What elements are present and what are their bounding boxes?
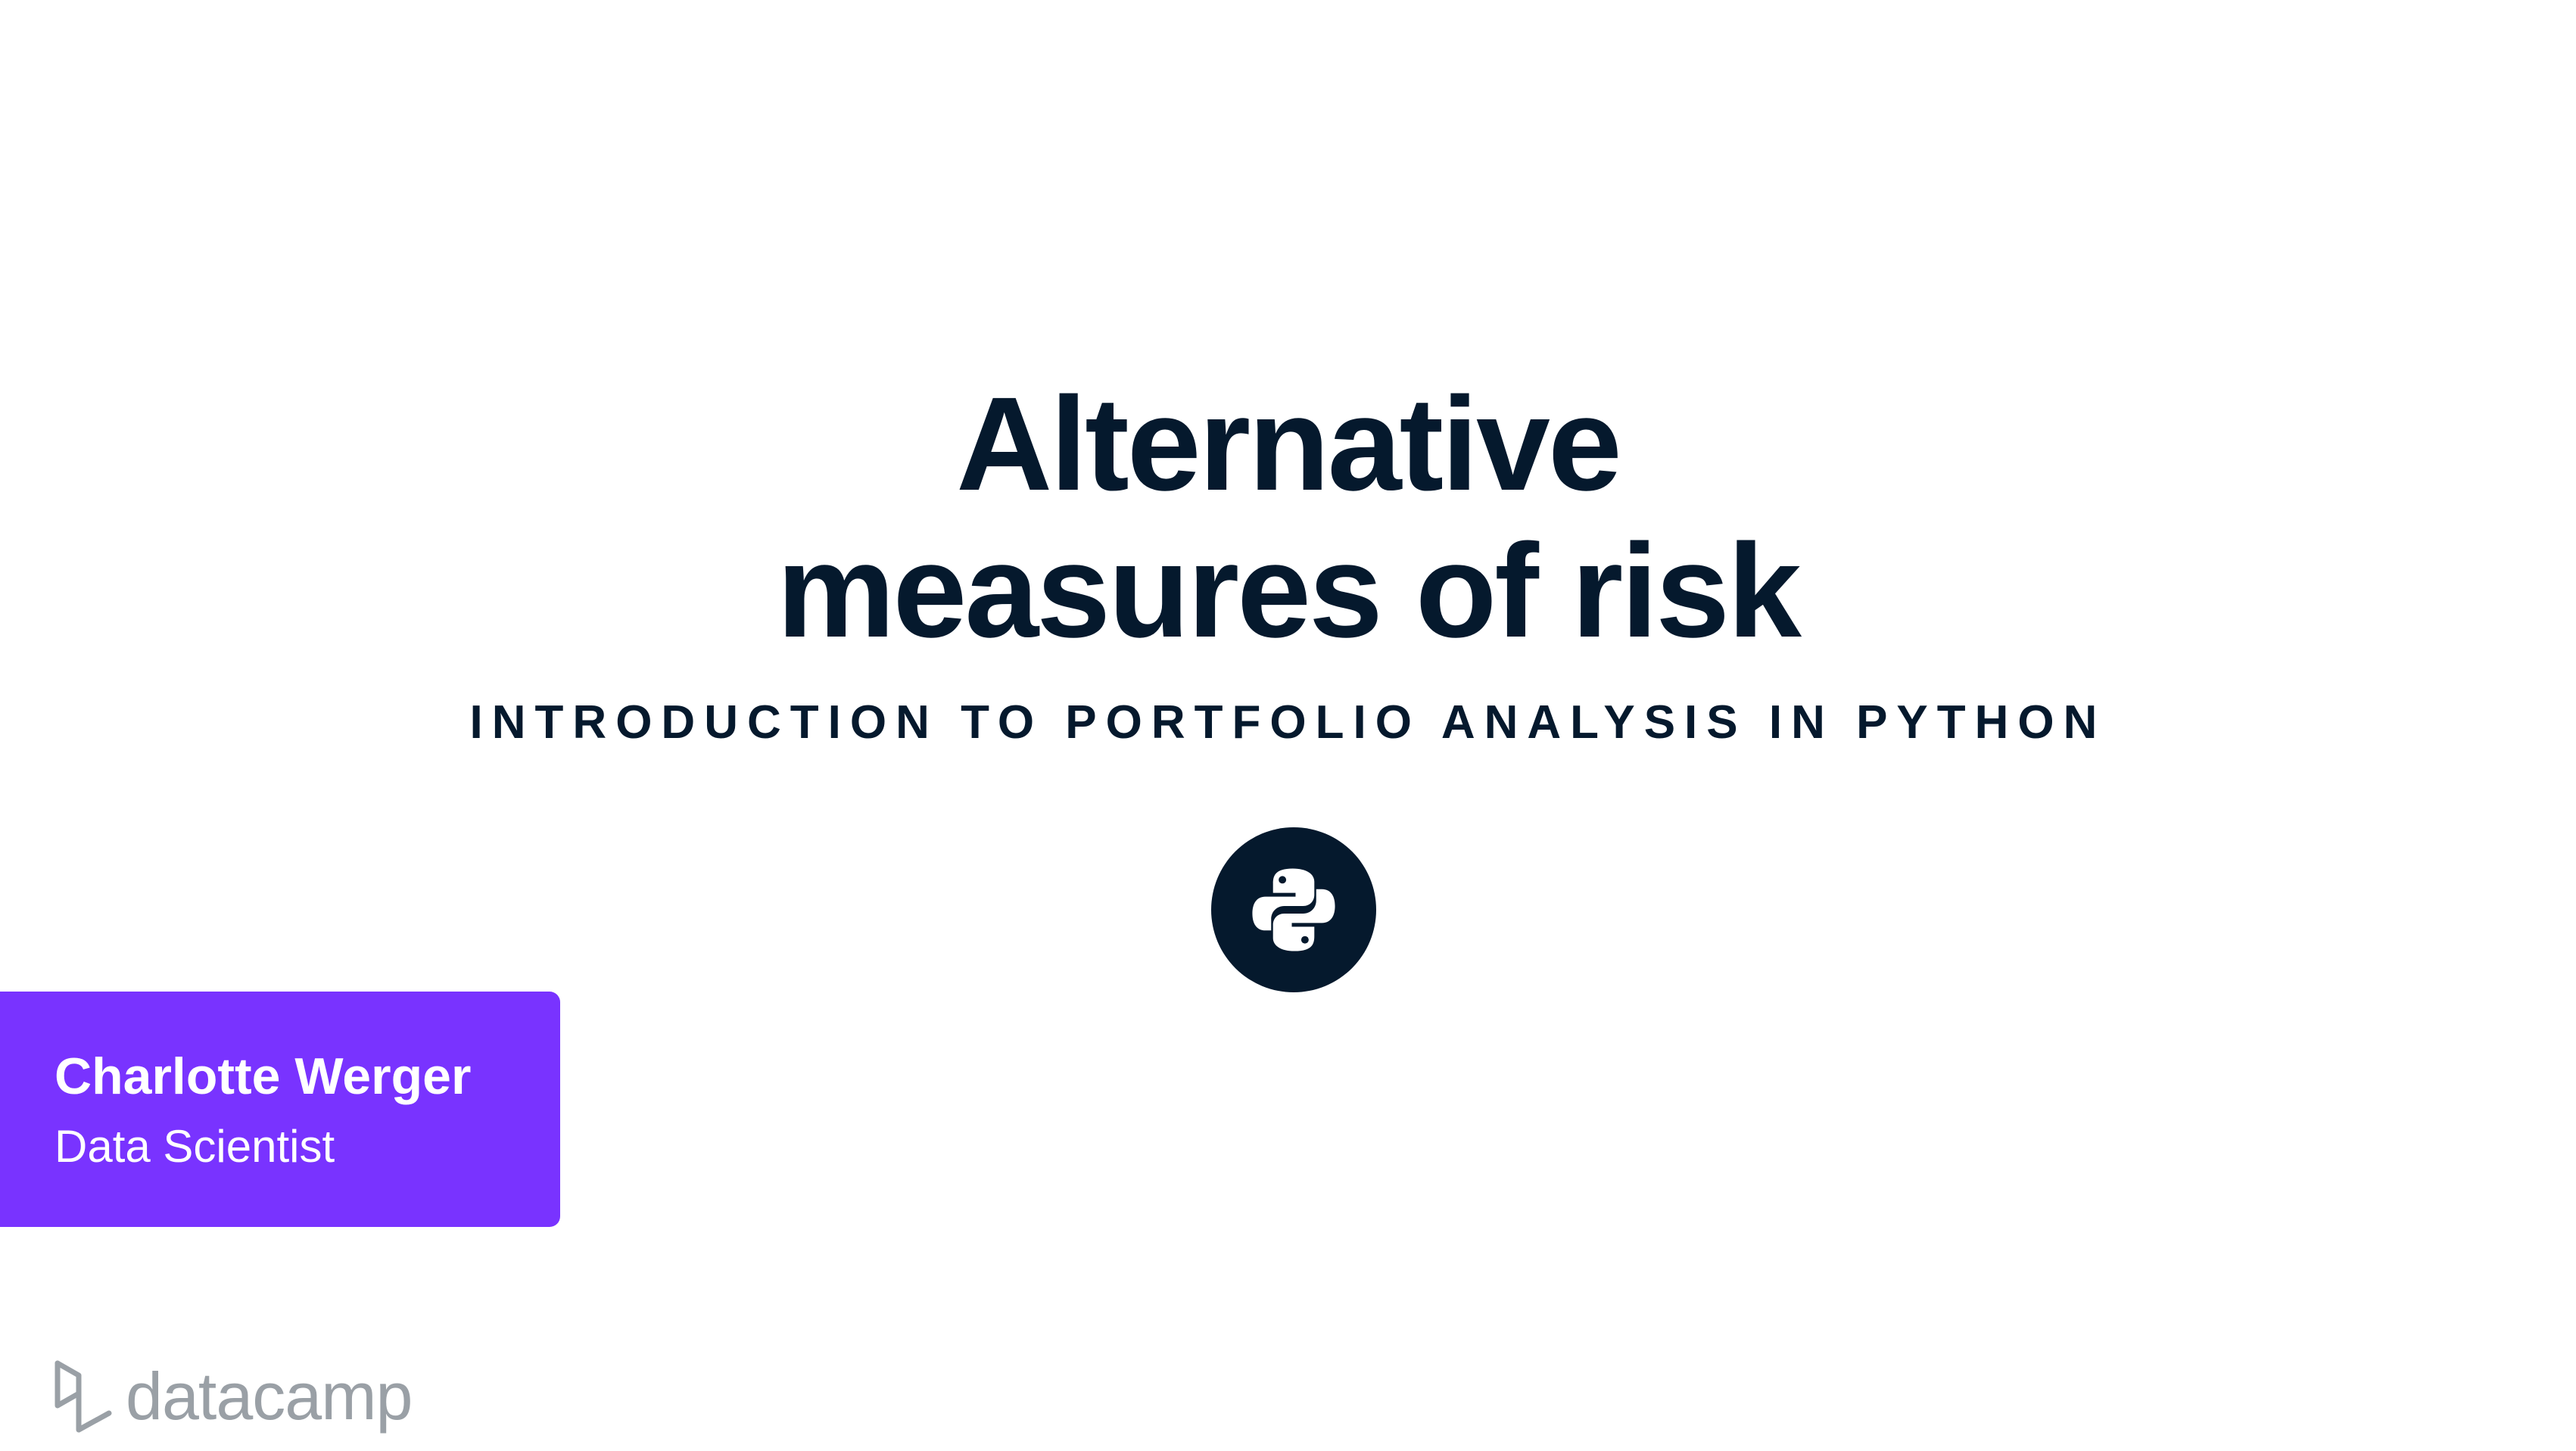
presenter-role: Data Scientist (55, 1121, 335, 1172)
slide-title-line-2: measures of risk (777, 517, 1802, 665)
course-subtitle: INTRODUCTION TO PORTFOLIO ANALYSIS IN PY… (469, 696, 2107, 749)
python-logo-icon (1211, 827, 1376, 992)
title-slide: Alternative measures of risk INTRODUCTIO… (0, 0, 2576, 1451)
presenter-name: Charlotte Werger (55, 1048, 472, 1105)
presenter-card: Charlotte Werger Data Scientist (0, 992, 560, 1227)
python-logo-glyph (1252, 868, 1335, 951)
datacamp-wordmark: datacamp (126, 1359, 413, 1434)
datacamp-brand: datacamp (51, 1355, 413, 1438)
slide-title: Alternative measures of risk (0, 371, 2576, 665)
datacamp-logo-icon (55, 1360, 112, 1433)
slide-title-line-1: Alternative (956, 370, 1622, 518)
